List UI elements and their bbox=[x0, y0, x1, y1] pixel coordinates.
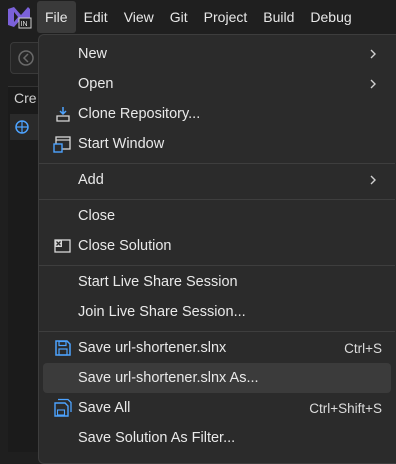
panel-tab-label: Cre bbox=[14, 90, 37, 106]
menu-item-clone-repository[interactable]: Clone Repository... bbox=[43, 99, 391, 129]
menubar-file-label: File bbox=[45, 9, 68, 25]
menubar: IN File Edit View Git Project Build Debu… bbox=[0, 0, 396, 34]
menu-item-shortcut: Ctrl+Shift+S bbox=[309, 400, 382, 416]
svg-text:IN: IN bbox=[21, 21, 28, 28]
menu-item-join-live-share[interactable]: Join Live Share Session... bbox=[43, 297, 391, 327]
menu-item-label: Start Window bbox=[78, 136, 165, 152]
menu-item-label: Close Solution bbox=[78, 238, 172, 254]
menubar-debug[interactable]: Debug bbox=[302, 1, 359, 33]
menu-item-label: Save All bbox=[78, 400, 131, 416]
menu-item-start-live-share[interactable]: Start Live Share Session bbox=[43, 267, 391, 297]
menubar-file[interactable]: File bbox=[37, 1, 76, 33]
menubar-build-label: Build bbox=[263, 9, 295, 25]
menu-item-save-all[interactable]: Save All Ctrl+Shift+S bbox=[43, 393, 391, 423]
menu-item-add[interactable]: Add bbox=[43, 165, 391, 195]
menubar-view-label: View bbox=[123, 9, 154, 25]
menubar-project[interactable]: Project bbox=[196, 1, 256, 33]
web-project-icon bbox=[15, 120, 29, 134]
menu-item-label: New bbox=[78, 46, 108, 62]
menu-item-label: Save url-shortener.slnx As... bbox=[78, 370, 259, 386]
visual-studio-logo-icon[interactable]: IN bbox=[6, 4, 32, 30]
menu-item-save-solution-filter[interactable]: Save Solution As Filter... bbox=[43, 423, 391, 453]
menubar-view[interactable]: View bbox=[116, 1, 162, 33]
tree-item[interactable] bbox=[10, 114, 40, 140]
menu-separator bbox=[39, 265, 395, 266]
menu-item-label: Close bbox=[78, 208, 116, 224]
menu-item-label: Save url-shortener.slnx bbox=[78, 340, 227, 356]
menu-separator bbox=[39, 199, 395, 200]
menu-separator bbox=[39, 163, 395, 164]
menu-item-open[interactable]: Open bbox=[43, 69, 391, 99]
menu-item-label: Clone Repository... bbox=[78, 106, 201, 122]
save-icon bbox=[55, 340, 71, 356]
file-menu: New Open Clone Repository... Start Windo… bbox=[38, 34, 396, 464]
chevron-right-icon bbox=[370, 49, 376, 59]
menu-item-label: Start Live Share Session bbox=[78, 274, 238, 290]
chevron-right-icon bbox=[370, 79, 376, 89]
menu-item-close[interactable]: Close bbox=[43, 201, 391, 231]
chevron-right-icon bbox=[370, 175, 376, 185]
menu-item-label: Add bbox=[78, 172, 104, 188]
menubar-build[interactable]: Build bbox=[255, 1, 302, 33]
start-window-icon bbox=[53, 136, 71, 153]
menu-item-label: Open bbox=[78, 76, 114, 92]
menubar-edit[interactable]: Edit bbox=[76, 1, 116, 33]
save-all-icon bbox=[54, 398, 72, 417]
menu-item-close-solution[interactable]: Close Solution bbox=[43, 231, 391, 261]
menu-item-start-window[interactable]: Start Window bbox=[43, 129, 391, 159]
menubar-git-label: Git bbox=[169, 9, 188, 25]
close-solution-icon bbox=[54, 239, 71, 253]
menu-separator bbox=[39, 331, 395, 332]
menu-item-save[interactable]: Save url-shortener.slnx Ctrl+S bbox=[43, 333, 391, 363]
menu-item-label: Save Solution As Filter... bbox=[78, 430, 236, 446]
menubar-debug-label: Debug bbox=[310, 9, 352, 25]
menu-item-save-as[interactable]: Save url-shortener.slnx As... bbox=[43, 363, 391, 393]
menu-item-new[interactable]: New bbox=[43, 39, 391, 69]
menubar-project-label: Project bbox=[203, 9, 248, 25]
clone-repository-icon bbox=[56, 107, 70, 122]
menu-item-shortcut: Ctrl+S bbox=[344, 340, 382, 356]
back-arrow-icon bbox=[18, 50, 34, 66]
menubar-edit-label: Edit bbox=[83, 9, 108, 25]
menu-item-label: Join Live Share Session... bbox=[78, 304, 246, 320]
menubar-git[interactable]: Git bbox=[162, 1, 196, 33]
